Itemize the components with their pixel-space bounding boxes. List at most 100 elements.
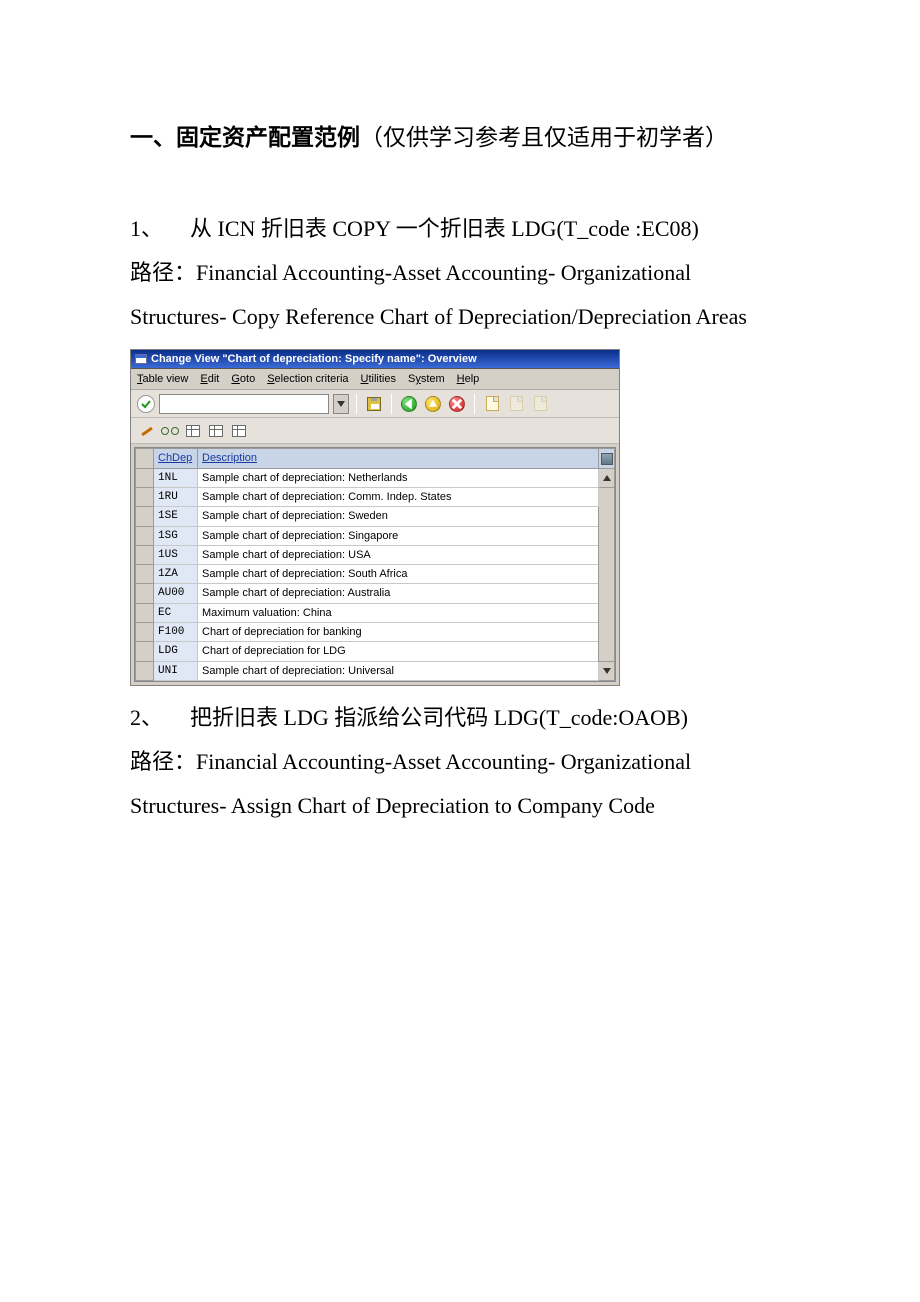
table-row[interactable]: 1US Sample chart of depreciation: USA [136,545,615,564]
cell-code[interactable]: 1NL [154,468,198,487]
heading-bold: 一、固定资产配置范例 [130,125,360,150]
step-1-path-label: 路径： [130,260,196,285]
table-row[interactable]: 1ZA Sample chart of depreciation: South … [136,565,615,584]
cancel-icon[interactable] [447,394,467,414]
cell-code[interactable]: 1ZA [154,565,198,584]
table-row[interactable]: 1RU Sample chart of depreciation: Comm. … [136,487,615,506]
row-selector[interactable] [136,545,154,564]
table-row[interactable]: F100 Chart of depreciation for banking [136,623,615,642]
menu-selection-criteria[interactable]: Selection criteria [267,372,348,386]
step-2-title-line: 2、把折旧表 LDG 指派给公司代码 LDG(T_code:OAOB) [130,696,790,740]
toolbar-separator [391,394,392,414]
cell-code[interactable]: AU00 [154,584,198,603]
save-icon[interactable] [364,394,384,414]
menu-help[interactable]: Help [457,372,480,386]
step-1-path: Financial Accounting-Asset Accounting- O… [130,260,747,329]
scrollbar-track[interactable] [599,487,615,661]
cell-code[interactable]: 1US [154,545,198,564]
cell-code[interactable]: UNI [154,661,198,680]
table-row[interactable]: 1NL Sample chart of depreciation: Nether… [136,468,615,487]
cell-code[interactable]: F100 [154,623,198,642]
step-2-title: 把折旧表 LDG 指派给公司代码 LDG(T_code:OAOB) [190,705,688,730]
depreciation-chart-grid: ChDep Description 1NL Sample chart of de… [134,447,616,682]
find-icon [506,394,526,414]
row-selector[interactable] [136,468,154,487]
table-row[interactable]: LDG Chart of depreciation for LDG [136,642,615,661]
cell-code[interactable]: 1SE [154,507,198,526]
grid-config-button[interactable] [599,449,615,468]
table-icon-1[interactable] [183,421,203,441]
cell-desc[interactable]: Maximum valuation: China [198,603,599,622]
table-row[interactable]: 1SG Sample chart of depreciation: Singap… [136,526,615,545]
enter-icon[interactable] [137,395,155,413]
col-header-chdep[interactable]: ChDep [154,449,198,468]
heading-light: （仅供学习参考且仅适用于初学者） [360,125,728,150]
toolbar-separator [474,394,475,414]
step-2-path: Financial Accounting-Asset Accounting- O… [130,749,691,818]
cell-desc[interactable]: Sample chart of depreciation: USA [198,545,599,564]
grid-body: 1NL Sample chart of depreciation: Nether… [136,468,615,680]
step-2-number: 2、 [130,696,190,740]
col-header-description[interactable]: Description [198,449,599,468]
cell-desc[interactable]: Sample chart of depreciation: South Afri… [198,565,599,584]
table-row[interactable]: EC Maximum valuation: China [136,603,615,622]
row-selector[interactable] [136,661,154,680]
cell-desc[interactable]: Sample chart of depreciation: Netherland… [198,468,599,487]
row-selector[interactable] [136,487,154,506]
row-selector[interactable] [136,507,154,526]
cell-desc[interactable]: Sample chart of depreciation: Universal [198,661,599,680]
command-dropdown-button[interactable] [333,394,349,414]
cell-desc[interactable]: Sample chart of depreciation: Australia [198,584,599,603]
cell-desc[interactable]: Chart of depreciation for banking [198,623,599,642]
grid-corner [136,449,154,468]
row-selector[interactable] [136,526,154,545]
toolbar-separator [356,394,357,414]
scroll-down-button[interactable] [599,661,615,680]
cell-code[interactable]: 1SG [154,526,198,545]
row-selector[interactable] [136,642,154,661]
sap-window: Change View "Chart of depreciation: Spec… [130,349,620,686]
menu-edit[interactable]: Edit [200,372,219,386]
menu-table-view[interactable]: Table view [137,372,188,386]
menu-goto[interactable]: Goto [231,372,255,386]
row-selector[interactable] [136,584,154,603]
change-icon[interactable] [137,421,157,441]
step-1-title: 从 ICN 折旧表 COPY 一个折旧表 LDG(T_code :EC08) [190,216,699,241]
step-1-path-line: 路径：Financial Accounting-Asset Accounting… [130,251,790,339]
exit-icon[interactable] [423,394,443,414]
find-next-icon [530,394,550,414]
table-icon-2[interactable] [206,421,226,441]
cell-code[interactable]: EC [154,603,198,622]
window-icon [135,354,147,364]
cell-desc[interactable]: Sample chart of depreciation: Singapore [198,526,599,545]
row-selector[interactable] [136,565,154,584]
table-icon-3[interactable] [229,421,249,441]
cell-desc[interactable]: Chart of depreciation for LDG [198,642,599,661]
back-icon[interactable] [399,394,419,414]
table-row[interactable]: UNI Sample chart of depreciation: Univer… [136,661,615,680]
sap-titlebar: Change View "Chart of depreciation: Spec… [131,350,619,369]
cell-desc[interactable]: Sample chart of depreciation: Comm. Inde… [198,487,599,506]
step-1-title-line: 1、从 ICN 折旧表 COPY 一个折旧表 LDG(T_code :EC08) [130,207,790,251]
section-heading: 一、固定资产配置范例（仅供学习参考且仅适用于初学者） [130,120,790,157]
print-icon[interactable] [482,394,502,414]
table-row[interactable]: AU00 Sample chart of depreciation: Austr… [136,584,615,603]
menu-system[interactable]: System [408,372,445,386]
step-2-path-line: 路径：Financial Accounting-Asset Accounting… [130,740,790,828]
scroll-up-button[interactable] [599,468,615,487]
table-row[interactable]: 1SE Sample chart of depreciation: Sweden [136,507,615,526]
window-title: Change View "Chart of depreciation: Spec… [151,352,477,366]
command-input[interactable] [159,394,329,414]
cell-desc[interactable]: Sample chart of depreciation: Sweden [198,507,599,526]
grid-header-row: ChDep Description [136,449,615,468]
display-icon[interactable] [160,421,180,441]
row-selector[interactable] [136,603,154,622]
cell-code[interactable]: 1RU [154,487,198,506]
cell-code[interactable]: LDG [154,642,198,661]
sap-toolbar-app [131,418,619,444]
menu-utilities[interactable]: Utilities [361,372,396,386]
step-2-path-label: 路径： [130,749,196,774]
step-1: 1、从 ICN 折旧表 COPY 一个折旧表 LDG(T_code :EC08)… [130,207,790,339]
sap-toolbar-main [131,390,619,418]
row-selector[interactable] [136,623,154,642]
